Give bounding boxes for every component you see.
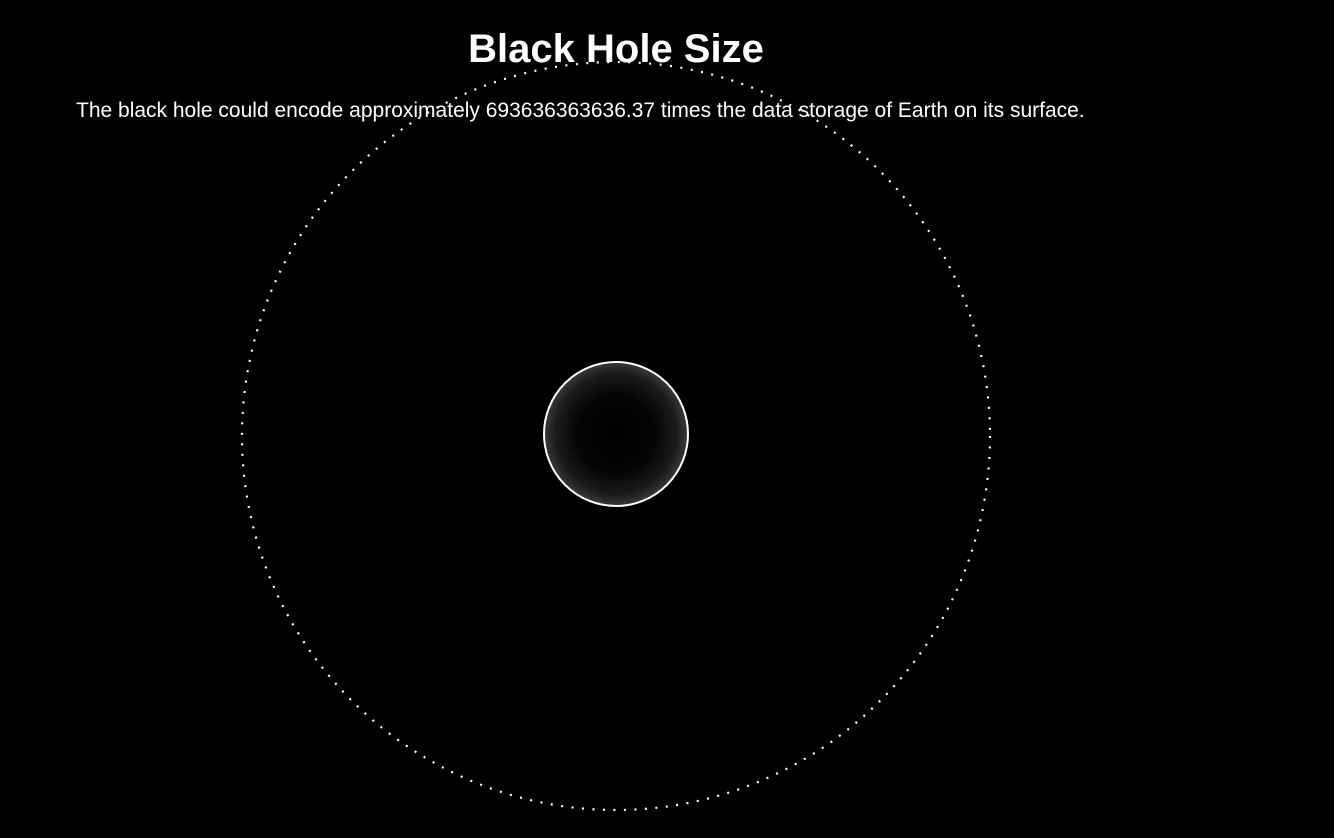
black-hole-icon: [543, 361, 689, 507]
black-hole-canvas: [240, 60, 992, 812]
storage-comparison-text: The black hole could encode approximatel…: [76, 99, 1085, 122]
black-hole-visualization: [0, 0, 1334, 838]
page-title: Black Hole Size: [468, 27, 764, 71]
